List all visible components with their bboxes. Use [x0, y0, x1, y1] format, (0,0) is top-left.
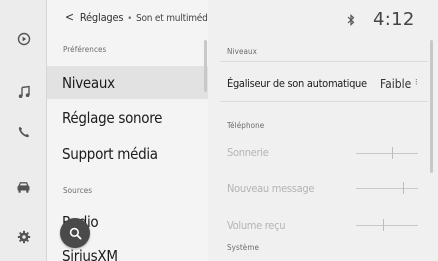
vehicle-button[interactable] — [0, 175, 47, 199]
sonnerie-slider-handle — [392, 147, 393, 159]
auto-eq-value[interactable]: Faible — [380, 77, 411, 91]
side-rail — [0, 0, 47, 261]
breadcrumb-current: Son et multimédia — [135, 13, 216, 24]
levels-section-header: Niveaux — [227, 47, 258, 56]
system-section-header: Système — [227, 243, 259, 252]
list-item-siriusxm[interactable]: SiriusXM — [62, 247, 118, 261]
car-icon — [17, 181, 30, 193]
left-scrollbar[interactable] — [204, 40, 207, 92]
search-icon — [69, 227, 81, 239]
right-scrollbar[interactable] — [430, 40, 433, 173]
nouveau-message-label: Nouveau message — [227, 182, 315, 195]
settings-gear-icon — [17, 230, 30, 244]
volume-recu-slider-handle — [383, 219, 384, 231]
list-item-reglage-sonore[interactable]: Réglage sonore — [62, 109, 162, 127]
breadcrumb-main[interactable]: Réglages — [80, 11, 124, 24]
phone-button[interactable] — [0, 120, 47, 144]
sources-section-header: Sources — [63, 186, 93, 195]
preferences-section-header: Préférences — [63, 45, 107, 54]
list-item-support-media[interactable]: Support média — [62, 145, 158, 163]
nouveau-message-slider — [356, 188, 418, 189]
breadcrumb-separator: • — [127, 14, 132, 24]
sonnerie-slider — [356, 153, 418, 154]
sonnerie-label: Sonnerie — [227, 146, 269, 159]
more-options-icon[interactable]: ⁝ — [415, 78, 418, 88]
settings-button[interactable] — [0, 225, 47, 249]
breadcrumb: < Réglages • Son et multimédia — [65, 10, 215, 24]
back-button[interactable]: < — [65, 10, 74, 24]
search-button[interactable] — [60, 218, 90, 248]
music-button[interactable] — [0, 80, 47, 104]
phone-icon — [18, 126, 29, 138]
auto-eq-label[interactable]: Égaliseur de son automatique — [227, 77, 367, 90]
bluetooth-icon — [347, 14, 355, 26]
music-note-icon — [18, 85, 30, 98]
divider — [220, 61, 428, 62]
volume-recu-label: Volume reçu — [227, 219, 286, 232]
media-source-icon — [17, 32, 30, 46]
clock: 4:12 — [373, 9, 415, 30]
list-item-niveaux[interactable]: Niveaux — [62, 74, 115, 92]
media-source-button[interactable] — [0, 27, 47, 51]
phone-section-header: Téléphone — [227, 121, 265, 130]
nouveau-message-slider-handle — [403, 182, 404, 194]
divider — [220, 101, 428, 102]
volume-recu-slider — [356, 225, 418, 226]
